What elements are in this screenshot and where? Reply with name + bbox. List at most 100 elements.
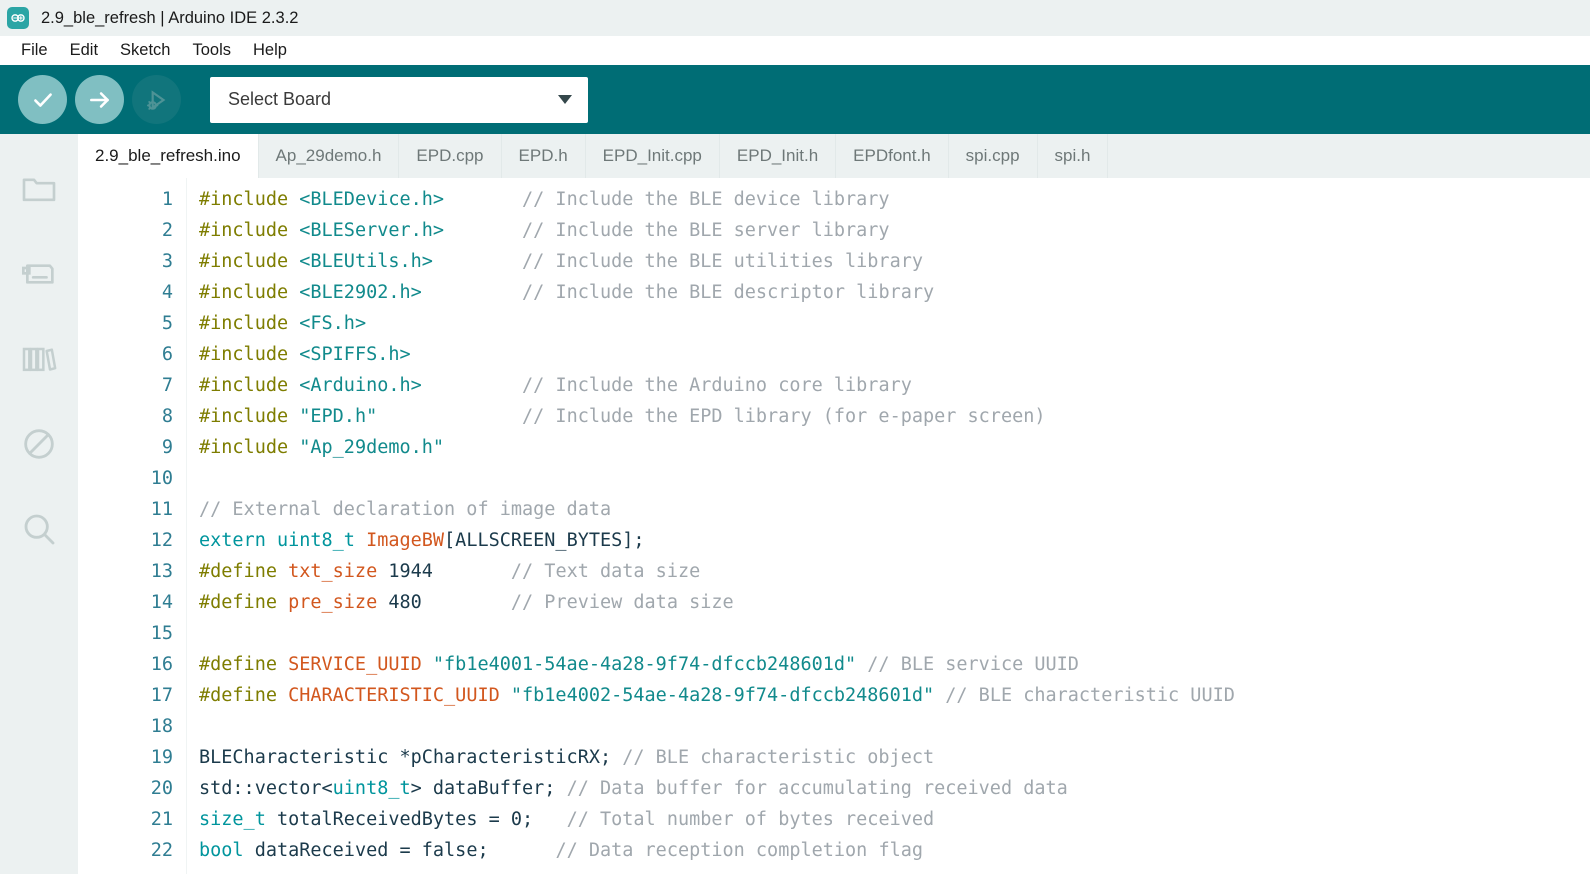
- code-token: <BLEUtils.h>: [299, 251, 433, 272]
- sidebar-item-boards-manager[interactable]: [0, 231, 78, 316]
- arduino-ide-window: 2.9_ble_refresh | Arduino IDE 2.3.2 File…: [0, 0, 1590, 874]
- code-token: 1944: [388, 561, 433, 582]
- line-number: 12: [150, 530, 173, 551]
- code-line-text: #include <BLEUtils.h> // Include the BLE…: [186, 246, 1590, 277]
- verify-button[interactable]: [18, 75, 67, 124]
- no-entry-icon: [19, 424, 59, 464]
- code-token: #include: [199, 251, 300, 272]
- code-line: 15: [78, 618, 1590, 649]
- code-token: "Ap_29demo.h": [299, 437, 445, 458]
- line-number: 3: [161, 251, 173, 272]
- code-line: 5 #include <FS.h>: [78, 308, 1590, 339]
- line-number: 6: [161, 344, 173, 365]
- code-token: // Text data size: [510, 561, 701, 582]
- tab-ap-29demo-h[interactable]: Ap_29demo.h: [259, 134, 400, 178]
- tab-2-9-ble-refresh-ino[interactable]: 2.9_ble_refresh.ino: [78, 134, 259, 178]
- code-token: 480: [388, 592, 422, 613]
- code-line-text: #include "Ap_29demo.h": [186, 432, 1590, 463]
- menu-item-sketch[interactable]: Sketch: [109, 39, 181, 62]
- tab-spi-cpp[interactable]: spi.cpp: [949, 134, 1038, 178]
- tab-epd-init-h[interactable]: EPD_Init.h: [720, 134, 837, 178]
- board-selector-value: Select Board: [228, 89, 332, 109]
- magnifier-icon: [19, 509, 59, 549]
- code-line-text: BLECharacteristic *pCharacteristicRX; //…: [186, 742, 1590, 773]
- code-token: extern: [199, 530, 277, 551]
- menu-bar: File Edit Sketch Tools Help: [0, 36, 1590, 65]
- tab-epd-h[interactable]: EPD.h: [502, 134, 586, 178]
- board-selector[interactable]: Select Board: [210, 76, 588, 123]
- menu-item-help[interactable]: Help: [242, 39, 298, 62]
- code-token: > dataBuffer;: [410, 778, 567, 799]
- menu-item-tools[interactable]: Tools: [181, 39, 242, 62]
- code-token: // Include the BLE server library: [522, 220, 890, 241]
- line-number: 13: [150, 561, 173, 582]
- code-line: 12 extern uint8_t ImageBW[ALLSCREEN_BYTES…: [78, 525, 1590, 556]
- code-line-text: #define SERVICE_UUID "fb1e4001-54ae-4a28…: [186, 649, 1590, 680]
- code-token: txt_size: [288, 561, 389, 582]
- code-token: #include: [199, 406, 300, 427]
- code-token: [ALLSCREEN_BYTES];: [444, 530, 645, 551]
- sidebar-item-sketchbook[interactable]: [0, 146, 78, 231]
- sidebar-item-search[interactable]: [0, 486, 78, 571]
- code-line: 17 #define CHARACTERISTIC_UUID "fb1e4002-…: [78, 680, 1590, 711]
- tab-epd-cpp[interactable]: EPD.cpp: [399, 134, 502, 178]
- code-line: 3 #include <BLEUtils.h> // Include the BL…: [78, 246, 1590, 277]
- checkmark-icon: [30, 87, 56, 113]
- code-line-text: #include <FS.h>: [186, 308, 1590, 339]
- code-token: std::vector<: [199, 778, 333, 799]
- tab-epdfont-h[interactable]: EPDfont.h: [836, 134, 949, 178]
- code-line: 14 #define pre_size 480 // Preview data s…: [78, 587, 1590, 618]
- debug-button[interactable]: [132, 75, 181, 124]
- line-number: 1: [161, 189, 173, 210]
- menu-item-edit[interactable]: Edit: [59, 39, 109, 62]
- upload-button[interactable]: [75, 75, 124, 124]
- books-icon: [19, 339, 59, 379]
- code-editor[interactable]: 1 #include <BLEDevice.h> // Include the B…: [78, 178, 1590, 874]
- folder-icon: [19, 169, 59, 209]
- code-token: <SPIFFS.h>: [299, 344, 411, 365]
- code-line: 19 BLECharacteristic *pCharacteristicRX; …: [78, 742, 1590, 773]
- code-line-text: #include "EPD.h" // Include the EPD libr…: [186, 401, 1590, 432]
- code-token: // Include the BLE descriptor library: [522, 282, 935, 303]
- code-token: #include: [199, 437, 300, 458]
- line-number: 7: [161, 375, 173, 396]
- code-token: <Arduino.h>: [299, 375, 422, 396]
- debug-bug-icon: [144, 87, 170, 113]
- line-number: 14: [150, 592, 173, 613]
- code-token: // BLE service UUID: [867, 654, 1079, 675]
- line-number: 19: [150, 747, 173, 768]
- code-token: #define: [199, 592, 289, 613]
- code-line-text: size_t totalReceivedBytes = 0; // Total …: [186, 804, 1590, 835]
- menu-item-file[interactable]: File: [10, 39, 59, 62]
- code-token: // External declaration of image data: [199, 499, 612, 520]
- code-token: #define: [199, 654, 289, 675]
- line-number: 17: [150, 685, 173, 706]
- sidebar-item-library-manager[interactable]: [0, 316, 78, 401]
- code-token: BLECharacteristic *pCharacteristicRX;: [199, 747, 623, 768]
- code-line-text: extern uint8_t ImageBW[ALLSCREEN_BYTES];: [186, 525, 1590, 556]
- code-token: <BLEDevice.h>: [299, 189, 445, 210]
- code-line: 22 bool dataReceived = false; // Data rec…: [78, 835, 1590, 866]
- code-line: 11 // External declaration of image data: [78, 494, 1590, 525]
- code-token: // Include the BLE device library: [522, 189, 890, 210]
- code-token: "fb1e4001-54ae-4a28-9f74-dfccb248601d": [432, 654, 857, 675]
- code-token: #define: [199, 561, 289, 582]
- code-line-text: // External declaration of image data: [186, 494, 1590, 525]
- sidebar-item-debug[interactable]: [0, 401, 78, 486]
- window-title: 2.9_ble_refresh | Arduino IDE 2.3.2: [41, 8, 299, 27]
- tab-epd-init-cpp[interactable]: EPD_Init.cpp: [586, 134, 720, 178]
- code-line: 20 std::vector<uint8_t> dataBuffer; // Da…: [78, 773, 1590, 804]
- code-line-text: std::vector<uint8_t> dataBuffer; // Data…: [186, 773, 1590, 804]
- tab-spi-h[interactable]: spi.h: [1038, 134, 1109, 178]
- code-lines: 1 #include <BLEDevice.h> // Include the B…: [78, 184, 1590, 866]
- code-line: 18: [78, 711, 1590, 742]
- code-token: // Total number of bytes received: [566, 809, 935, 830]
- line-number: 5: [161, 313, 173, 334]
- code-token: uint8_t: [332, 778, 411, 799]
- chevron-down-icon: [558, 95, 572, 104]
